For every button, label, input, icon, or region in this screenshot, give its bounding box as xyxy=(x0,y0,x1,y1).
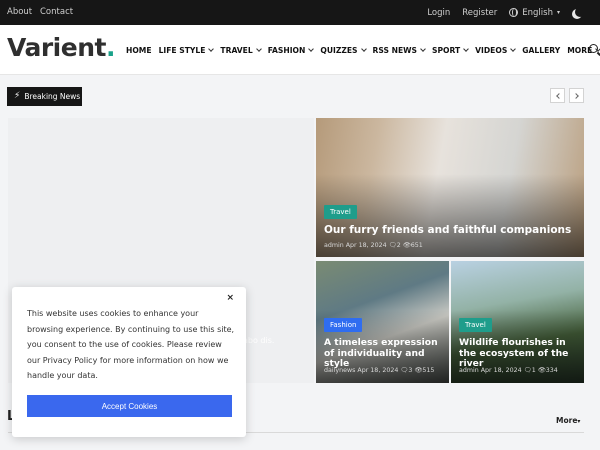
nav-item-travel[interactable]: TRAVEL xyxy=(220,45,262,55)
post-date: Apr 18, 2024 xyxy=(357,367,399,374)
language-label: English xyxy=(522,7,553,18)
chevron-down-icon xyxy=(255,46,262,52)
caret-down-icon: ▾ xyxy=(577,418,581,425)
top-bar: About Contact Login Register English ▾ xyxy=(0,0,600,25)
card-title[interactable]: Wildlife flourishes in the ecosystem of … xyxy=(459,337,581,370)
cookie-message: This website uses cookies to enhance you… xyxy=(27,309,235,380)
chevron-right-icon xyxy=(572,92,579,99)
nav-item-label: VIDEOS xyxy=(475,45,508,55)
nav-item-label: LIFE STYLE xyxy=(158,45,206,55)
author-name: dailynews xyxy=(324,367,356,374)
author-name: admin xyxy=(324,242,344,249)
nav-item-gallery[interactable]: GALLERY xyxy=(522,46,560,55)
card-title[interactable]: Our furry friends and faithful companion… xyxy=(324,224,576,236)
search-icon[interactable] xyxy=(589,44,598,53)
comment-icon: 🗨 xyxy=(523,367,532,374)
featured-card-wildlife[interactable]: Travel Wildlife flourishes in the ecosys… xyxy=(451,261,584,383)
card-meta: admin Apr 18, 2024 🗨1 👁334 xyxy=(459,366,558,374)
nav-item-label: FASHION xyxy=(267,45,306,55)
nav-item-videos[interactable]: VIDEOS xyxy=(475,45,517,55)
lightning-bolt-icon: ⚡ xyxy=(14,91,21,101)
featured-card-fashion[interactable]: Fashion A timeless expression of individ… xyxy=(316,261,449,383)
view-count: 334 xyxy=(545,367,558,374)
dark-mode-moon-icon[interactable] xyxy=(575,7,585,17)
card-meta: admin Apr 18, 2024 🗨2 👁651 xyxy=(324,241,423,249)
nav-item-label: RSS NEWS xyxy=(372,45,417,55)
site-header: Varient. HOME LIFE STYLE TRAVEL FASHION QUIZ… xyxy=(0,25,600,75)
chevron-down-icon xyxy=(208,46,215,52)
comment-count: 2 xyxy=(396,242,401,249)
previous-news-button[interactable] xyxy=(550,88,565,103)
card-meta: dailynews Apr 18, 2024 🗨3 👁515 xyxy=(324,366,434,374)
nav-item-rss-news[interactable]: RSS NEWS xyxy=(372,45,426,55)
breaking-news-text: Breaking News xyxy=(24,92,81,101)
nav-item-sport[interactable]: SPORT xyxy=(431,45,470,55)
nav-item-label: SPORT xyxy=(431,45,461,55)
logo-dot: . xyxy=(105,33,116,62)
breaking-news-label: ⚡ Breaking News xyxy=(7,87,82,106)
card-title[interactable]: A timeless expression of individuality a… xyxy=(324,337,446,370)
site-logo[interactable]: Varient. xyxy=(7,33,115,62)
close-icon[interactable]: × xyxy=(226,293,234,303)
chevron-down-icon xyxy=(360,46,367,52)
views-eye-icon: 👁 xyxy=(402,242,411,249)
more-label: More xyxy=(556,416,578,425)
category-badge[interactable]: Fashion xyxy=(324,318,363,332)
category-badge[interactable]: Travel xyxy=(324,205,357,219)
nav-item-label: HOME xyxy=(126,45,152,55)
category-badge[interactable]: Travel xyxy=(459,318,492,332)
chevron-down-icon xyxy=(308,46,315,52)
section-more-link[interactable]: More▾ xyxy=(556,416,580,425)
caret-down-icon: ▾ xyxy=(556,9,560,16)
chevron-down-icon xyxy=(463,46,470,52)
chevron-left-icon xyxy=(555,92,562,99)
hero-partial-text: abo dis. xyxy=(243,336,275,345)
views-eye-icon: 👁 xyxy=(537,367,546,374)
globe-icon xyxy=(509,8,519,17)
nav-item-label: TRAVEL xyxy=(220,45,253,55)
post-date: Apr 18, 2024 xyxy=(345,242,387,249)
accept-cookies-button[interactable]: Accept Cookies xyxy=(27,395,232,417)
nav-item-quizzes[interactable]: QUIZZES xyxy=(320,45,367,55)
nav-item-life-style[interactable]: LIFE STYLE xyxy=(158,45,215,55)
nav-item-fashion[interactable]: FASHION xyxy=(267,45,315,55)
about-link[interactable]: About xyxy=(7,7,32,17)
cookie-consent-dialog: × This website uses cookies to enhance y… xyxy=(12,287,246,437)
nav-item-label: QUIZZES xyxy=(320,45,358,55)
nav-item-home[interactable]: HOME xyxy=(126,46,152,55)
register-link[interactable]: Register xyxy=(462,8,497,18)
contact-link[interactable]: Contact xyxy=(40,7,73,17)
comment-icon: 🗨 xyxy=(388,242,397,249)
view-count: 515 xyxy=(422,367,435,374)
post-date: Apr 18, 2024 xyxy=(480,367,522,374)
author-name: admin xyxy=(459,367,479,374)
view-count: 651 xyxy=(410,242,423,249)
top-bar-right: Login Register English ▾ xyxy=(427,0,582,25)
comment-count: 1 xyxy=(531,367,536,374)
login-link[interactable]: Login xyxy=(427,8,450,18)
next-news-button[interactable] xyxy=(569,88,584,103)
featured-card-furry-friends[interactable]: Travel Our furry friends and faithful co… xyxy=(316,118,584,257)
main-navigation: HOME LIFE STYLE TRAVEL FASHION QUIZZES RSS NE… xyxy=(126,25,600,75)
language-selector[interactable]: English ▾ xyxy=(509,8,560,18)
comment-count: 3 xyxy=(408,367,413,374)
nav-item-label: GALLERY xyxy=(522,45,561,55)
chevron-down-icon xyxy=(510,46,517,52)
chevron-down-icon xyxy=(420,46,426,52)
logo-text: Varient xyxy=(7,33,106,62)
